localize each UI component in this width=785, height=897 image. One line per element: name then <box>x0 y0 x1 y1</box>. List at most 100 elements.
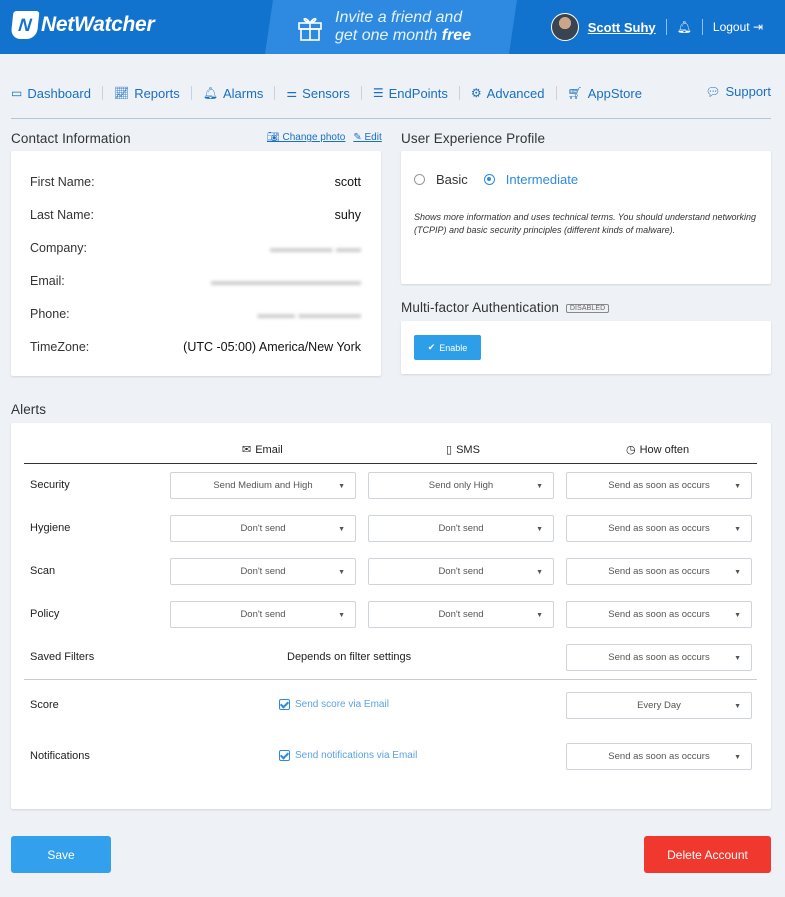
save-button[interactable]: Save <box>11 836 111 873</box>
score-email-checkbox[interactable]: Send score via Email <box>279 699 389 710</box>
clock-icon: ◷ <box>626 444 636 456</box>
nav-support[interactable]: 💬︎ Support <box>705 84 771 99</box>
row-label-security: Security <box>30 479 70 491</box>
policy-often-select[interactable]: Send as soon as occurs ▼ <box>566 601 752 628</box>
notifications-often-select[interactable]: Send as soon as occurs ▼ <box>566 743 752 770</box>
field-label: Phone: <box>30 307 70 321</box>
row-label-policy: Policy <box>30 608 60 620</box>
nav-reports[interactable]: 📈︎ Reports <box>114 86 180 101</box>
delete-account-button[interactable]: Delete Account <box>644 836 771 873</box>
cart-icon: 🛒︎ <box>567 86 583 100</box>
field-label: First Name: <box>30 175 95 189</box>
nav-label: AppStore <box>587 85 642 101</box>
policy-sms-select[interactable]: Don't send ▼ <box>368 601 554 628</box>
column-label: SMS <box>456 443 480 456</box>
select-value: Don't send <box>240 609 286 620</box>
list-icon: ☰ <box>372 86 384 100</box>
row-label-scan: Scan <box>30 565 56 577</box>
user-name-link[interactable]: Scott Suhy <box>588 20 656 35</box>
security-often-select[interactable]: Send as soon as occurs ▼ <box>566 472 752 499</box>
bell-icon: 🔔︎ <box>202 86 218 100</box>
row-label-notifications: Notifications <box>30 750 90 762</box>
logo-mark-icon: N <box>10 11 40 39</box>
nav-advanced[interactable]: ⚙ Advanced <box>471 86 545 101</box>
field-company: Company: ▬▬▬▬▬ ▬▬ <box>30 241 361 255</box>
alerts-title: Alerts <box>11 402 47 417</box>
logout-link[interactable]: Logout ⇥ <box>713 20 763 34</box>
enable-mfa-button[interactable]: ✔ Enable <box>414 335 481 360</box>
promo-free: free <box>441 27 472 44</box>
caret-down-icon: ▼ <box>536 612 543 619</box>
nav-divider-line <box>11 118 771 119</box>
policy-email-select[interactable]: Don't send ▼ <box>170 601 356 628</box>
checkbox-label: Send notifications via Email <box>295 750 418 761</box>
select-value: Don't send <box>240 523 286 534</box>
nav-divider <box>274 86 276 100</box>
radio-label: Intermediate <box>505 172 579 187</box>
select-value: Send Medium and High <box>213 480 313 491</box>
caret-down-icon: ▼ <box>338 483 345 490</box>
edit-link[interactable]: ✎ Edit <box>353 132 381 143</box>
scan-often-select[interactable]: Send as soon as occurs ▼ <box>566 558 752 585</box>
caret-down-icon: ▼ <box>734 655 741 662</box>
brand-logo[interactable]: N NetWatcher <box>10 11 155 39</box>
nav-label: Reports <box>134 85 180 101</box>
hygiene-often-select[interactable]: Send as soon as occurs ▼ <box>566 515 752 542</box>
nav-dashboard[interactable]: ▭ Dashboard <box>11 86 91 101</box>
score-often-select[interactable]: Every Day ▼ <box>566 692 752 719</box>
contact-actions: 📷︎ Change photo ✎ Edit <box>267 132 382 143</box>
field-email: Email: ▬▬▬▬▬▬▬▬▬▬▬▬ <box>30 274 361 288</box>
nav-appstore[interactable]: 🛒︎ AppStore <box>568 86 642 101</box>
mfa-title-text: Multi-factor Authentication <box>401 300 560 315</box>
invite-promo-banner[interactable]: Invite a friend and get one month free <box>265 0 517 54</box>
select-value: Send as soon as occurs <box>608 652 710 663</box>
chart-icon: 📈︎ <box>113 86 130 100</box>
avatar[interactable] <box>550 13 579 41</box>
notifications-email-checkbox[interactable]: Send notifications via Email <box>279 750 417 761</box>
promo-line-2: get one month free <box>335 27 471 45</box>
checkbox-label: Send score via Email <box>295 699 389 710</box>
security-email-select[interactable]: Send Medium and High ▼ <box>170 472 356 499</box>
notification-bell-icon[interactable]: 🔔︎ <box>677 20 692 34</box>
logout-icon: ⇥ <box>752 20 763 34</box>
row-label-hygiene: Hygiene <box>30 522 71 534</box>
select-value: Don't send <box>438 566 484 577</box>
saved-filters-often-select[interactable]: Send as soon as occurs ▼ <box>566 644 752 671</box>
field-last-name: Last Name: suhy <box>30 208 361 222</box>
field-value-redacted: ▬▬▬▬▬ ▬▬ <box>270 241 361 255</box>
caret-down-icon: ▼ <box>536 569 543 576</box>
field-value-redacted: ▬▬▬▬▬▬▬▬▬▬▬▬ <box>211 274 361 288</box>
logout-label: Logout <box>712 20 750 34</box>
nav-endpoints[interactable]: ☰ EndPoints <box>373 86 448 101</box>
divider <box>665 19 667 35</box>
field-value: scott <box>334 175 361 189</box>
promo-line-2-prefix: get one month <box>335 27 442 44</box>
change-photo-link[interactable]: 📷︎ Change photo <box>267 132 345 143</box>
promo-text: Invite a friend and get one month free <box>335 9 471 45</box>
nav-alarms[interactable]: 🔔︎ Alarms <box>203 86 264 101</box>
hygiene-sms-select[interactable]: Don't send ▼ <box>368 515 554 542</box>
mfa-title: Multi-factor Authentication DISABLED <box>401 300 610 315</box>
row-label-score: Score <box>30 699 59 711</box>
radio-intermediate[interactable]: Intermediate <box>483 172 579 187</box>
monitor-icon: ▭ <box>11 86 23 100</box>
column-sms: ▯ SMS <box>446 443 480 457</box>
scan-email-select[interactable]: Don't send ▼ <box>170 558 356 585</box>
nav-label: Alarms <box>222 85 264 101</box>
nav-sensors[interactable]: ⚌ Sensors <box>286 86 349 101</box>
field-value: suhy <box>334 208 361 222</box>
divider <box>701 19 703 35</box>
field-label: TimeZone: <box>30 340 90 354</box>
hygiene-email-select[interactable]: Don't send ▼ <box>170 515 356 542</box>
contact-title: Contact Information <box>11 131 131 146</box>
radio-basic[interactable]: Basic <box>414 172 468 187</box>
chat-icon: 💬︎ <box>705 84 721 99</box>
column-label: Email <box>255 443 283 456</box>
security-sms-select[interactable]: Send only High ▼ <box>368 472 554 499</box>
nav-divider <box>360 86 362 100</box>
scan-sms-select[interactable]: Don't send ▼ <box>368 558 554 585</box>
nav-divider <box>555 86 557 100</box>
select-value: Send as soon as occurs <box>608 609 710 620</box>
user-area: Scott Suhy 🔔︎ Logout ⇥ <box>550 13 763 41</box>
saved-filters-note: Depends on filter settings <box>287 651 412 663</box>
